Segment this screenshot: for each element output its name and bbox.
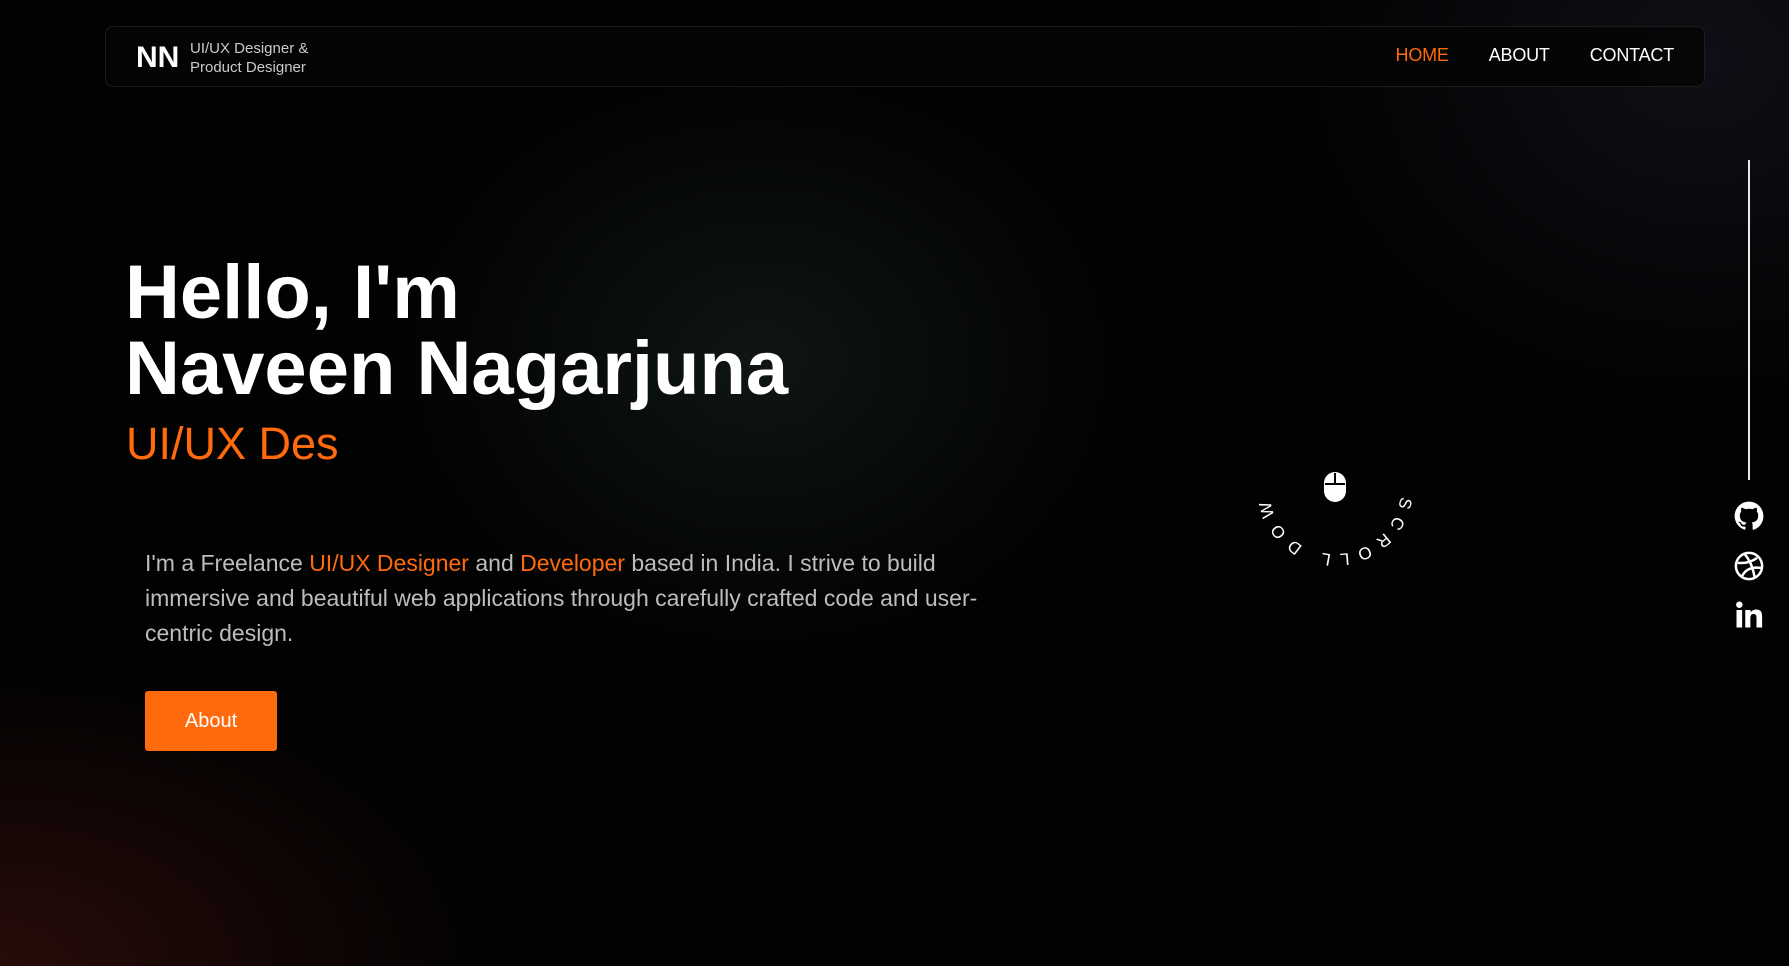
nav-link-home[interactable]: HOME — [1396, 45, 1449, 66]
hero-role-typed: UI/UX Des — [126, 418, 339, 469]
scroll-down-badge[interactable]: SCROLL DOWN • — [1240, 388, 1420, 573]
logo[interactable]: NN — [136, 41, 179, 75]
github-icon[interactable] — [1734, 501, 1764, 531]
hero-title: Hello, I'm Naveen Nagarjuna — [125, 255, 788, 407]
navbar: NN UI/UX Designer & Product Designer HOM… — [105, 26, 1705, 87]
about-button[interactable]: About — [145, 691, 277, 751]
linkedin-icon[interactable] — [1734, 600, 1764, 630]
logo-subtitle-line1: UI/UX Designer & — [190, 40, 309, 57]
hero-name: Naveen Nagarjuna — [125, 326, 789, 411]
scroll-down-ring: SCROLL DOWN • — [1240, 388, 1408, 569]
page: NN UI/UX Designer & Product Designer HOM… — [0, 0, 1789, 966]
highlight-uiux-designer: UI/UX Designer — [309, 550, 469, 576]
logo-subtitle-line2: Product Designer — [190, 59, 306, 76]
mouse-icon — [1324, 472, 1346, 502]
nav-link-contact[interactable]: CONTACT — [1590, 45, 1674, 66]
dribbble-icon[interactable] — [1734, 551, 1764, 581]
logo-subtitle: UI/UX Designer & Product Designer — [190, 39, 330, 77]
hero-description-part1: I'm a Freelance — [145, 550, 310, 576]
hero-greeting: Hello, I'm — [125, 250, 460, 335]
rail-divider — [1748, 160, 1750, 480]
nav-links: HOME ABOUT CONTACT — [1396, 45, 1675, 66]
nav-link-about[interactable]: ABOUT — [1489, 45, 1550, 66]
hero-description-part2: and — [468, 550, 521, 576]
hero-description: I'm a Freelance UI/UX Designer and Devel… — [145, 546, 985, 651]
highlight-developer: Developer — [520, 550, 625, 576]
